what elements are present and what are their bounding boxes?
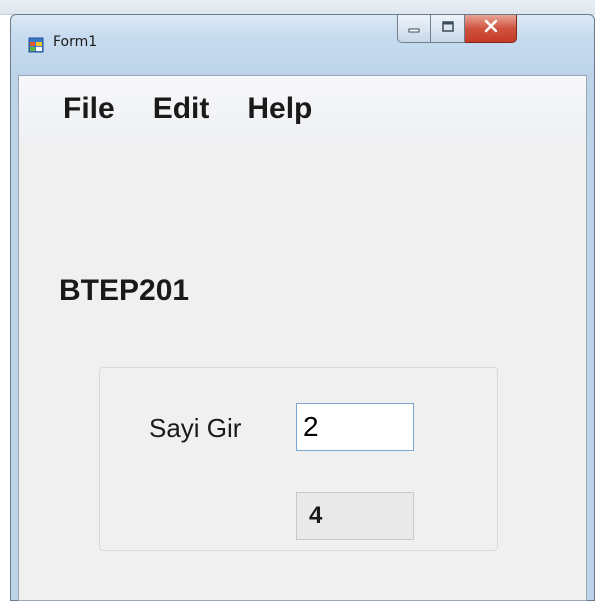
title-bar[interactable]: Form1 xyxy=(11,15,594,75)
input-group-box: Sayi Gir 4 xyxy=(99,367,498,551)
close-icon xyxy=(483,19,499,38)
background-app-strip xyxy=(0,0,595,15)
winforms-app-icon xyxy=(28,37,44,53)
maximize-button[interactable] xyxy=(431,15,465,43)
menu-file[interactable]: File xyxy=(53,92,125,126)
close-button[interactable] xyxy=(465,15,517,43)
form1-window: Form1 File Edit Help BTEP201 Sayi Gir 2 … xyxy=(10,14,595,601)
minimize-button[interactable] xyxy=(397,15,431,43)
window-title: Form1 xyxy=(53,34,98,50)
result-display: 4 xyxy=(296,492,414,540)
maximize-icon xyxy=(441,20,455,38)
form-client-area: File Edit Help BTEP201 Sayi Gir 4 xyxy=(18,75,587,601)
menu-edit[interactable]: Edit xyxy=(143,92,220,126)
number-input-label: Sayi Gir xyxy=(149,413,242,443)
course-code-label: BTEP201 xyxy=(59,274,190,307)
menu-bar: File Edit Help xyxy=(19,76,586,142)
screen: Form1 File Edit Help BTEP201 Sayi Gir 2 … xyxy=(0,0,595,601)
caption-buttons xyxy=(397,15,517,45)
minimize-icon xyxy=(407,20,421,38)
menu-help[interactable]: Help xyxy=(237,92,322,126)
number-input[interactable] xyxy=(296,403,414,451)
